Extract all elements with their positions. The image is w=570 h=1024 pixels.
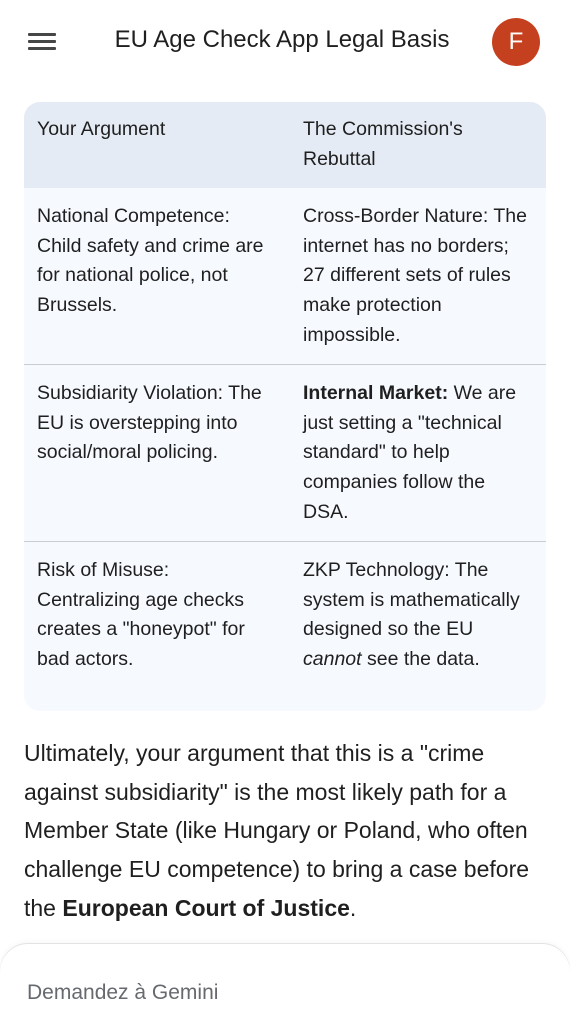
argument-title: Risk of Misuse:: [37, 559, 170, 582]
rebuttal-cell: Internal Market: We are just setting a "…: [290, 365, 546, 542]
rebuttal-emphasis: cannot: [303, 647, 362, 670]
rebuttal-cell: Cross-Border Nature: The internet has no…: [290, 188, 546, 364]
paragraph-end: .: [349, 894, 357, 921]
avatar-letter: F: [508, 28, 524, 55]
rebuttal-cell: ZKP Technology: The system is mathematic…: [290, 542, 546, 711]
paragraph-bold: European Court of Justice: [62, 894, 350, 921]
prompt-input[interactable]: [27, 978, 527, 1008]
argument-title: National Competence:: [37, 205, 230, 228]
argument-title: Subsidiarity Violation:: [37, 382, 224, 405]
column-header-argument: Your Argument: [24, 102, 290, 189]
hamburger-menu-icon[interactable]: [28, 31, 56, 53]
table-header-row: Your Argument The Commission's Rebuttal: [24, 102, 546, 189]
response-paragraph: Ultimately, your argument that this is a…: [24, 734, 549, 928]
argument-cell: Subsidiarity Violation: The EU is overst…: [24, 365, 290, 542]
avatar[interactable]: F: [492, 18, 540, 66]
argument-cell: Risk of Misuse: Centralizing age checks …: [24, 542, 290, 711]
argument-cell: National Competence: Child safety and cr…: [24, 188, 290, 364]
comparison-table: Your Argument The Commission's Rebuttal …: [24, 102, 546, 711]
rebuttal-title: ZKP Technology:: [303, 559, 450, 582]
argument-text: Child safety and crime are for national …: [37, 234, 264, 316]
table-row: Subsidiarity Violation: The EU is overst…: [24, 364, 546, 542]
table-row: National Competence: Child safety and cr…: [24, 188, 546, 364]
column-header-rebuttal: The Commission's Rebuttal: [290, 102, 546, 189]
rebuttal-text-end: see the data.: [361, 647, 480, 670]
table-row: Risk of Misuse: Centralizing age checks …: [24, 541, 546, 711]
rebuttal-title: Internal Market:: [303, 382, 449, 405]
page-title: EU Age Check App Legal Basis: [114, 26, 450, 53]
rebuttal-title: Cross-Border Nature:: [303, 205, 489, 228]
top-app-bar: EU Age Check App Legal Basis F: [0, 0, 570, 84]
paragraph-text: Ultimately, your argument that this is a…: [24, 740, 530, 921]
prompt-composer: [0, 944, 570, 1024]
argument-text: Centralizing age checks creates a "honey…: [37, 588, 245, 670]
